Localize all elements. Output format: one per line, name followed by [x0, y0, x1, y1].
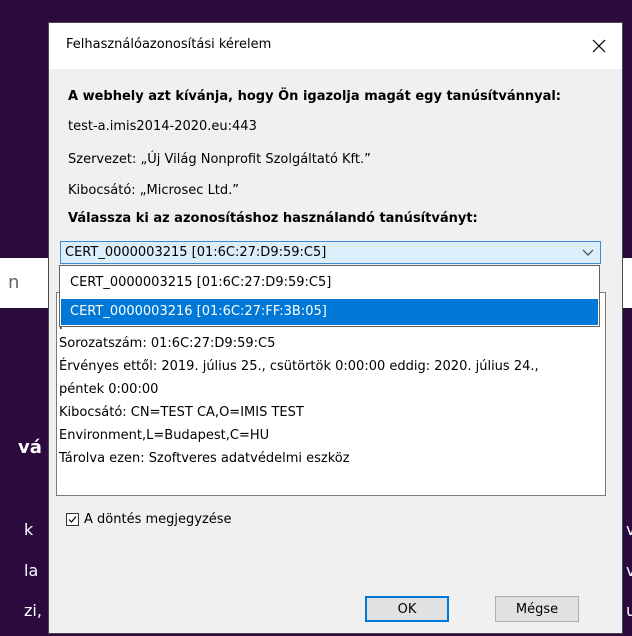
background-text-fragment: u [626, 601, 632, 620]
ok-button[interactable]: OK [365, 596, 449, 622]
background-text-fragment: zi, [24, 601, 42, 620]
certificate-dialog: Felhasználóazonosítási kérelem A webhely… [48, 22, 623, 634]
checkmark-icon [68, 515, 77, 523]
background-text-fragment: k [24, 520, 34, 539]
details-issuer-line2: Environment,L=Budapest,C=HU [59, 428, 270, 443]
dialog-title: Felhasználóazonosítási kérelem [66, 37, 272, 52]
remember-decision-row[interactable]: A döntés megjegyzése [66, 509, 232, 529]
certificate-select[interactable]: CERT_0000003215 [01:6C:27:D9:59:C5] [60, 241, 601, 264]
chevron-down-icon [582, 249, 594, 256]
cancel-button[interactable]: Mégse [495, 596, 579, 622]
details-valid-line1: Érvényes ettől: 2019. július 25., csütör… [59, 359, 539, 374]
background-text-n: n [8, 272, 20, 293]
dropdown-option-highlighted[interactable]: CERT_0000003216 [01:6C:27:FF:3B:05] [61, 299, 598, 325]
close-button[interactable] [584, 31, 614, 61]
certificate-select-value: CERT_0000003215 [01:6C:27:D9:59:C5] [65, 245, 327, 260]
dropdown-option[interactable]: CERT_0000003215 [01:6C:27:D9:59:C5] [61, 270, 598, 296]
organization-label: Szervezet: „Új Világ Nonprofit Szolgálta… [68, 152, 371, 167]
remember-decision-checkbox[interactable] [66, 512, 79, 526]
background-text-fragment: v [626, 561, 632, 580]
close-icon [592, 39, 606, 53]
background-heading-fragment: vá [18, 437, 42, 458]
background-text-fragment: la [24, 561, 39, 580]
certificate-dropdown-list: CERT_0000003215 [01:6C:27:D9:59:C5] CERT… [59, 265, 600, 327]
dialog-heading: A webhely azt kívánja, hogy Ön igazolja … [68, 89, 562, 104]
issuer-label: Kibocsátó: „Microsec Ltd.” [68, 183, 240, 198]
details-stored: Tárolva ezen: Szoftveres adatvédelmi esz… [59, 451, 350, 466]
background-text-fragment: v [626, 520, 632, 539]
host-label: test-a.imis2014-2020.eu:443 [68, 119, 257, 134]
remember-decision-label: A döntés megjegyzése [84, 511, 232, 527]
choose-certificate-label: Válassza ki az azonosításhoz használandó… [68, 211, 478, 226]
dialog-title-bar[interactable]: Felhasználóazonosítási kérelem [49, 23, 622, 69]
details-issuer-line1: Kibocsátó: CN=TEST CA,O=IMIS TEST [59, 405, 304, 420]
details-serial: Sorozatszám: 01:6C:27:D9:59:C5 [59, 336, 276, 351]
details-valid-line2: péntek 0:00:00 [59, 382, 159, 397]
